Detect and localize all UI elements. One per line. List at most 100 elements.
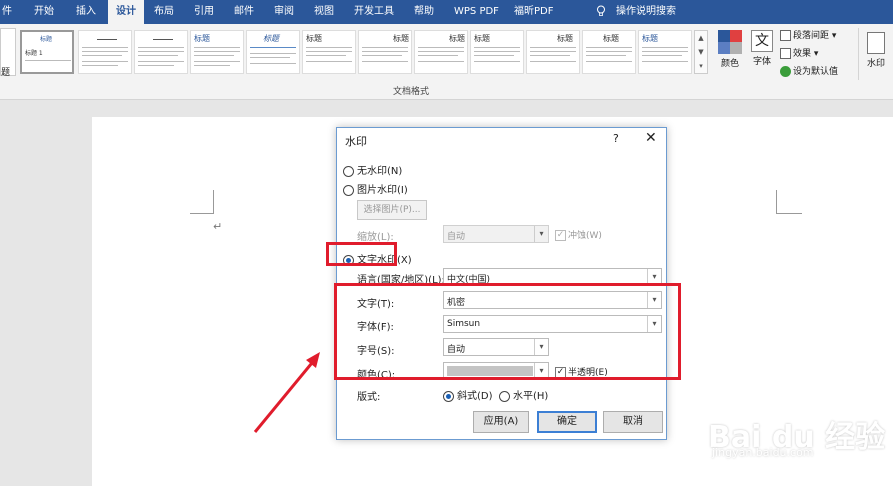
diagonal-label: 斜式(D): [457, 391, 493, 402]
language-value: 中文(中国): [447, 275, 491, 285]
themes-button[interactable]: 题: [0, 28, 16, 78]
close-icon[interactable]: ✕: [645, 130, 657, 146]
ok-button[interactable]: 确定: [537, 411, 597, 433]
watermark-label: 水印: [866, 59, 885, 69]
color-swatch: [447, 366, 533, 376]
color-select[interactable]: ▾: [443, 362, 549, 380]
style-thumb[interactable]: 标题 标题 1: [20, 30, 74, 74]
tab-insert[interactable]: 插入: [76, 0, 96, 24]
text-label: 文字(T):: [357, 299, 395, 310]
colors-button[interactable]: 颜色: [716, 28, 744, 80]
scale-select[interactable]: 自动 ▾: [443, 225, 549, 243]
chevron-down-icon[interactable]: ▼: [695, 45, 707, 59]
ribbon-tab-bar: 件 开始 插入 设计 布局 引用 邮件 审阅 视图 开发工具 帮助 WPS PD…: [0, 0, 893, 24]
header-margin-line: [776, 213, 802, 214]
help-icon[interactable]: ?: [613, 132, 619, 145]
paragraph-spacing-icon: [780, 30, 791, 41]
tab-help[interactable]: 帮助: [414, 0, 434, 24]
chevron-down-icon: ▾: [647, 316, 661, 332]
watermark-button[interactable]: 水印: [858, 28, 893, 80]
text-select[interactable]: 机密 ▾: [443, 291, 662, 309]
tab-design[interactable]: 设计: [108, 0, 144, 24]
style-thumb[interactable]: 标题: [526, 30, 580, 74]
themes-label: 题: [1, 68, 11, 78]
tab-view[interactable]: 视图: [314, 0, 334, 24]
color-label: 颜色(C):: [357, 370, 396, 381]
apply-button[interactable]: 应用(A): [473, 411, 529, 433]
tab-review[interactable]: 审阅: [274, 0, 294, 24]
chevron-down-icon: ▾: [534, 339, 548, 355]
header-margin-line: [776, 190, 777, 214]
style-thumb[interactable]: 标题: [470, 30, 524, 74]
effects-button[interactable]: 效果 ▾: [780, 46, 818, 62]
watermark-icon: [867, 32, 885, 54]
tab-references[interactable]: 引用: [194, 0, 214, 24]
picture-watermark-radio[interactable]: 图片水印(I): [343, 181, 408, 196]
style-thumb-title: 标题: [306, 34, 322, 43]
dialog-title: 水印: [345, 135, 367, 148]
style-thumb[interactable]: 标题: [246, 30, 300, 74]
watermark-dialog: 水印 ? ✕ 无水印(N) 图片水印(I) 选择图片(P)... 缩放(L): …: [336, 127, 667, 440]
style-thumb[interactable]: 标题: [582, 30, 636, 74]
checkmark-icon: [780, 66, 791, 77]
washout-checkbox[interactable]: ✓ 冲蚀(W): [555, 228, 602, 241]
style-thumb[interactable]: 标题: [414, 30, 468, 74]
layout-label: 版式:: [357, 392, 381, 403]
font-label: 字体(F):: [357, 322, 394, 333]
scale-value: 自动: [447, 232, 466, 242]
diagonal-radio[interactable]: 斜式(D): [443, 387, 493, 402]
text-watermark-radio[interactable]: 文字水印(X): [343, 251, 412, 266]
style-thumb-title: 标题: [474, 34, 490, 43]
style-thumb[interactable]: 标题: [638, 30, 692, 74]
tab-developer[interactable]: 开发工具: [354, 0, 394, 24]
gallery-scroll[interactable]: ▲ ▼ ▾: [694, 30, 708, 74]
text-watermark-label: 文字水印(X): [357, 255, 412, 266]
style-thumb-title: 标题: [449, 34, 465, 43]
style-thumb[interactable]: 标题: [302, 30, 356, 74]
scale-label: 缩放(L):: [357, 232, 394, 243]
tab-mailings[interactable]: 邮件: [234, 0, 254, 24]
tab-foxit-pdf[interactable]: 福昕PDF: [514, 0, 553, 24]
fonts-button[interactable]: 文 字体: [748, 28, 776, 80]
more-icon[interactable]: ▾: [695, 59, 707, 73]
chevron-down-icon: ▾: [534, 226, 548, 242]
style-thumb[interactable]: [134, 30, 188, 74]
style-thumb[interactable]: [78, 30, 132, 74]
text-value: 机密: [447, 298, 466, 308]
style-thumb-title: 标题: [263, 34, 279, 43]
tab-layout[interactable]: 布局: [154, 0, 174, 24]
style-thumb-title: 标题: [393, 34, 409, 43]
horizontal-label: 水平(H): [513, 391, 549, 402]
size-select[interactable]: 自动 ▾: [443, 338, 549, 356]
chevron-down-icon: ▾: [534, 363, 548, 379]
size-label: 字号(S):: [357, 346, 395, 357]
tab-wps-pdf[interactable]: WPS PDF: [454, 0, 499, 24]
annotation-arrow-icon: [253, 352, 320, 433]
style-thumb[interactable]: 标题: [190, 30, 244, 74]
set-default-button[interactable]: 设为默认值: [780, 64, 838, 80]
style-thumb-title: 标题: [642, 34, 658, 43]
fonts-label: 字体: [752, 57, 771, 67]
lightbulb-icon: [596, 0, 606, 24]
no-watermark-radio[interactable]: 无水印(N): [343, 162, 402, 177]
paragraph-spacing-button[interactable]: 段落间距 ▾: [780, 28, 836, 44]
style-thumb[interactable]: 标题: [358, 30, 412, 74]
font-select[interactable]: Simsun ▾: [443, 315, 662, 333]
semitransparent-label: 半透明(E): [568, 368, 608, 378]
chevron-up-icon[interactable]: ▲: [695, 31, 707, 45]
paragraph-mark-icon: ↵: [213, 220, 223, 233]
style-thumb-title: 标题: [557, 34, 573, 43]
tab-home[interactable]: 开始: [34, 0, 54, 24]
style-thumb-heading1: 标题 1: [25, 50, 43, 57]
semitransparent-checkbox[interactable]: ✓ 半透明(E): [555, 365, 608, 378]
tell-me-search[interactable]: 操作说明搜索: [616, 0, 676, 24]
select-picture-button[interactable]: 选择图片(P)...: [357, 200, 427, 220]
chevron-down-icon: ▾: [647, 269, 661, 285]
language-label: 语言(国家/地区)(L):: [357, 275, 445, 286]
effects-icon: [780, 48, 791, 59]
cancel-button[interactable]: 取消: [603, 411, 663, 433]
language-select[interactable]: 中文(中国) ▾: [443, 268, 662, 286]
set-default-label: 设为默认值: [793, 67, 839, 77]
horizontal-radio[interactable]: 水平(H): [499, 387, 548, 402]
tab-file[interactable]: 件: [2, 0, 12, 24]
